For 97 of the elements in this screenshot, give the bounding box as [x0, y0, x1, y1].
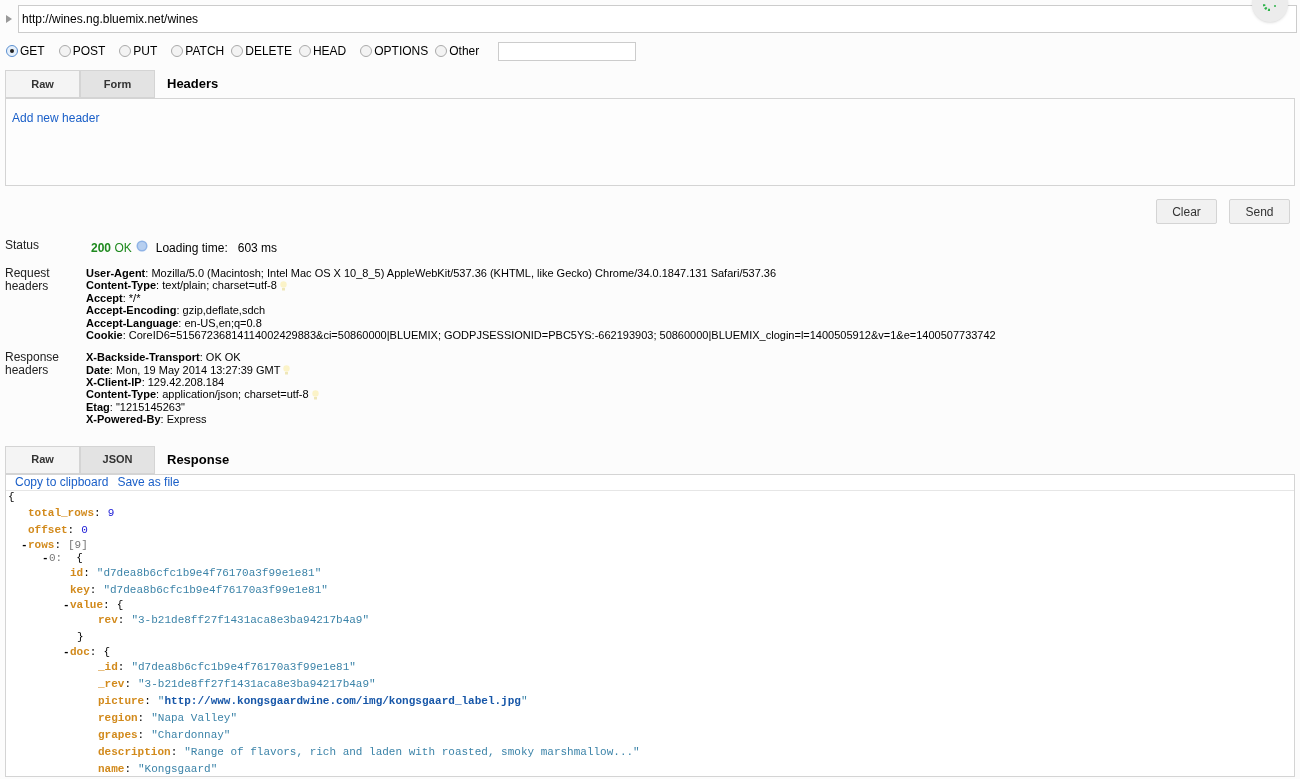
colon: :	[83, 565, 90, 581]
colon: :	[137, 710, 145, 726]
colon: :	[54, 537, 61, 553]
json-key: _rev	[98, 675, 125, 693]
json-value: "	[157, 693, 165, 709]
json-key: description	[98, 743, 171, 761]
lightbulb-icon[interactable]	[283, 364, 291, 375]
header-line: Accept-Encoding: gzip,deflate,sdch	[86, 304, 266, 319]
header-line: Date: Mon, 19 May 2014 13:27:39 GMT	[86, 363, 281, 378]
tab[interactable]: Form	[80, 70, 155, 98]
add-header-link[interactable]: Add new header	[12, 111, 100, 125]
colon: :	[103, 597, 110, 613]
colon: :	[117, 659, 125, 675]
header-line: Accept-Language: en-US,en;q=0.8	[86, 316, 262, 331]
json-value: 9	[107, 505, 115, 521]
json-key: doc	[70, 643, 90, 661]
open-brace: {	[103, 644, 111, 660]
loading-label: Loading time:	[155, 240, 228, 257]
url-field[interactable]: http://wines.ng.bluemix.net/wines	[18, 5, 1297, 33]
section-label: Request headers	[4, 267, 51, 295]
method-radio[interactable]: POST	[58, 42, 106, 60]
method-radio[interactable]: GET	[6, 42, 45, 60]
header-line: X-Backside-Transport: OK OK	[86, 350, 241, 366]
open-brace: {	[8, 490, 15, 506]
colon: :	[89, 644, 97, 660]
open-brace: {	[116, 597, 124, 613]
header-line: Cookie: CoreID6=51567236814114002429883&ci=50860000|BLUEMIX; GODPJSESSIONID=PBC5YS:-662193903; 50860000|BLUEMIX_clogin=l=1400505912&v=1&e=1400507733742	[86, 328, 996, 343]
header-line: User-Agent: Mozilla/5.0 (Macintosh; Intel Mac OS X 10_8_5) AppleWebKit/537.36 (KHTML, like Gecko) Chrome/34.0.1847.131 Safari/537.36	[86, 265, 777, 281]
method-radio[interactable]: HEAD	[298, 42, 347, 60]
colon: :	[55, 550, 63, 566]
array-count: [9]	[68, 537, 88, 553]
action-button[interactable]: Clear	[1156, 199, 1217, 224]
colon: :	[89, 582, 97, 598]
json-key: grapes	[98, 726, 138, 744]
json-value: "	[520, 693, 528, 709]
tab[interactable]: Raw	[5, 70, 80, 98]
json-value: "Kongsgaard"	[138, 761, 218, 777]
response-link[interactable]: Copy to clipboard	[15, 473, 109, 492]
colon: :	[94, 505, 101, 521]
help-icon[interactable]	[135, 239, 148, 252]
tab[interactable]: JSON	[80, 445, 155, 474]
header-line: X-Client-IP: 129.42.208.184	[86, 376, 225, 390]
method-radio[interactable]: Other	[435, 42, 480, 60]
json-value: "d7dea8b6cfc1b9e4f76170a3f99e1e81"	[96, 565, 322, 581]
json-value: "d7dea8b6cfc1b9e4f76170a3f99e1e81"	[103, 582, 328, 598]
header-line: X-Powered-By: Express	[86, 413, 207, 428]
colon: :	[137, 727, 145, 743]
status-code: 200 OK	[91, 240, 132, 257]
header-line: Etag: "1215145263"	[86, 400, 185, 415]
json-key: key	[70, 581, 90, 599]
response-link[interactable]: Save as file	[117, 473, 180, 492]
json-value: "Chardonnay"	[151, 727, 231, 743]
close-brace: }	[77, 629, 84, 645]
header-line: Content-Type: application/json; charset=utf-8	[86, 387, 309, 403]
json-value: "d7dea8b6cfc1b9e4f76170a3f99e1e81"	[131, 659, 356, 675]
json-link[interactable]: http://www.kongsgaardwine.com/img/kongsgaard_label.jpg	[164, 692, 521, 710]
method-radio[interactable]: OPTIONS	[360, 42, 429, 60]
colon: :	[144, 693, 151, 709]
colon: :	[170, 744, 178, 760]
collapse-toggle[interactable]: -	[63, 596, 70, 614]
other-method-field[interactable]	[498, 41, 637, 61]
colon: :	[124, 676, 131, 692]
section-title: Response	[167, 450, 230, 469]
json-key: offset	[28, 521, 68, 539]
expand-arrow-icon[interactable]	[6, 15, 12, 23]
colon: :	[117, 612, 125, 628]
colon: :	[67, 522, 75, 538]
json-key: rev	[98, 611, 118, 629]
lightbulb-icon[interactable]	[311, 389, 319, 400]
json-key: picture	[98, 692, 145, 710]
json-key: _id	[98, 658, 118, 676]
json-value: "3-b21de8ff27f1431aca8e3ba94217b4a9"	[131, 612, 370, 628]
json-value: "Range of flavors, rich and laden with roasted, smoky marshmallow..."	[184, 744, 640, 760]
collapse-toggle[interactable]: -	[21, 536, 28, 554]
section-title: Headers	[167, 75, 219, 94]
json-key: value	[70, 596, 103, 614]
json-key: total_rows	[28, 504, 94, 522]
colon: :	[124, 761, 131, 777]
method-radio[interactable]: PUT	[119, 42, 158, 60]
tab[interactable]: Raw	[5, 445, 80, 474]
action-button[interactable]: Send	[1229, 199, 1290, 224]
header-line: Accept: */*	[86, 291, 141, 306]
header-line: Content-Type: text/plain; charset=utf-8	[86, 279, 277, 294]
collapse-toggle[interactable]: -	[63, 643, 70, 661]
section-label: Response headers	[4, 351, 61, 380]
method-radio[interactable]: DELETE	[231, 42, 292, 60]
loading-value: 603 ms	[237, 240, 278, 257]
json-key: name	[98, 760, 125, 778]
json-value: "3-b21de8ff27f1431aca8e3ba94217b4a9"	[138, 676, 376, 692]
json-value: "Napa Valley"	[151, 710, 238, 726]
section-label: Status	[4, 237, 41, 254]
json-value: 0	[81, 522, 88, 538]
json-key: region	[98, 709, 138, 727]
json-key: id	[70, 564, 84, 582]
lightbulb-icon[interactable]	[279, 280, 287, 291]
open-brace: {	[76, 550, 83, 566]
method-radio[interactable]: PATCH	[171, 42, 225, 60]
